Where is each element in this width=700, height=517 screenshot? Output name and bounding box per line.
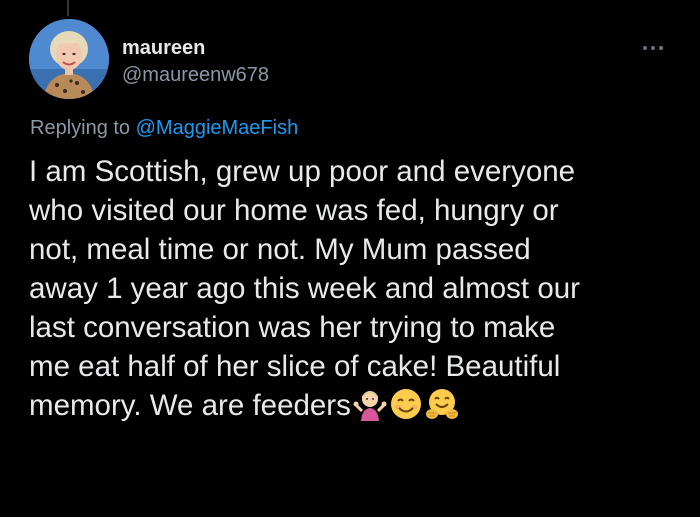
tweet-text-line: memory. We are feeders [29, 389, 351, 422]
tweet-text-line: not, meal time or not. My Mum passed [29, 233, 531, 266]
ellipsis-icon-dot [659, 46, 663, 50]
tweet-text-line: away 1 year ago this week and almost our [29, 272, 580, 305]
tweet-text: I am Scottish, grew up poor and everyone… [29, 152, 679, 431]
author-handle[interactable]: @maureenw678 [122, 62, 269, 88]
tweet-text-line: who visited our home was fed, hungry or [29, 194, 559, 227]
avatar[interactable] [29, 19, 109, 99]
tweet-text-line: me eat half of her slice of cake! Beauti… [29, 350, 561, 383]
author-display-name[interactable]: maureen [122, 36, 269, 60]
smiling-face-emoji-icon [389, 387, 423, 431]
tweet-header: maureen @maureenw678 [122, 36, 269, 88]
replying-to-line: Replying to @MaggieMaeFish [30, 115, 298, 141]
person-shrugging-emoji-icon [353, 387, 387, 431]
thread-connector-line [67, 0, 69, 16]
hugging-face-emoji-icon [425, 387, 459, 431]
more-options-button[interactable] [636, 38, 670, 58]
tweet-text-line: last conversation was her trying to make [29, 311, 556, 344]
tweet-text-line-last: memory. We are feeders [29, 386, 679, 431]
replying-to-mention-link[interactable]: @MaggieMaeFish [136, 117, 299, 139]
ellipsis-icon-dot [651, 46, 655, 50]
replying-to-label: Replying to [30, 117, 131, 139]
tweet-text-line: I am Scottish, grew up poor and everyone [29, 155, 576, 188]
ellipsis-icon [643, 46, 647, 50]
